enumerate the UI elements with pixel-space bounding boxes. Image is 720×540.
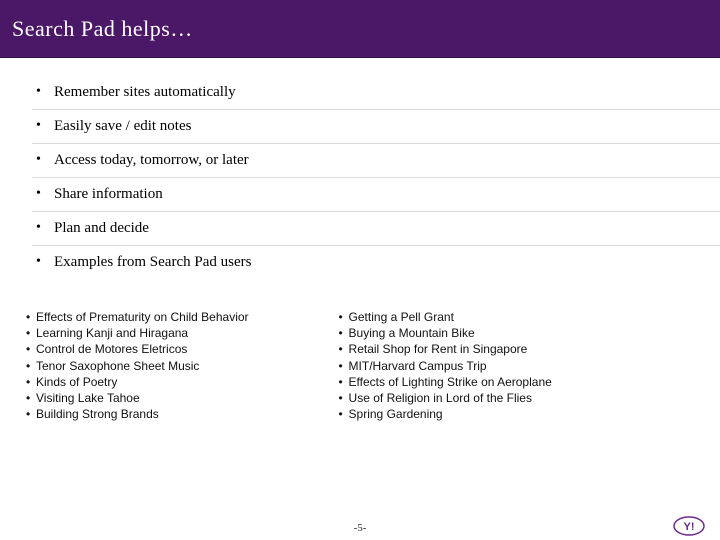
list-item: Learning Kanji and Hiragana: [26, 325, 249, 341]
list-item: Spring Gardening: [339, 406, 552, 422]
list-item: Kinds of Poetry: [26, 374, 249, 390]
list-item: Visiting Lake Tahoe: [26, 390, 249, 406]
svg-text:Y!: Y!: [684, 521, 695, 533]
list-item: Use of Religion in Lord of the Flies: [339, 390, 552, 406]
page-title: Search Pad helps…: [12, 16, 193, 42]
title-bar: Search Pad helps…: [0, 0, 720, 58]
list-item: Retail Shop for Rent in Singapore: [339, 341, 552, 357]
list-item: Remember sites automatically: [32, 76, 720, 109]
examples-right-column: Getting a Pell Grant Buying a Mountain B…: [339, 309, 552, 422]
list-item: Easily save / edit notes: [32, 109, 720, 143]
examples-columns: Effects of Prematurity on Child Behavior…: [0, 279, 720, 422]
page-number: -5-: [354, 522, 367, 534]
list-item: MIT/Harvard Campus Trip: [339, 358, 552, 374]
list-item: Access today, tomorrow, or later: [32, 143, 720, 177]
list-item: Control de Motores Eletricos: [26, 341, 249, 357]
list-item: Examples from Search Pad users: [32, 245, 720, 279]
list-item: Plan and decide: [32, 211, 720, 245]
list-item: Buying a Mountain Bike: [339, 325, 552, 341]
list-item: Effects of Lighting Strike on Aeroplane: [339, 374, 552, 390]
list-item: Effects of Prematurity on Child Behavior: [26, 309, 249, 325]
list-item: Building Strong Brands: [26, 406, 249, 422]
yahoo-logo-icon: Y!: [672, 516, 706, 536]
list-item: Tenor Saxophone Sheet Music: [26, 358, 249, 374]
footer: -5-: [0, 522, 720, 534]
examples-left-column: Effects of Prematurity on Child Behavior…: [26, 309, 249, 422]
list-item: Share information: [32, 177, 720, 211]
main-bullet-list: Remember sites automatically Easily save…: [0, 58, 720, 279]
list-item: Getting a Pell Grant: [339, 309, 552, 325]
